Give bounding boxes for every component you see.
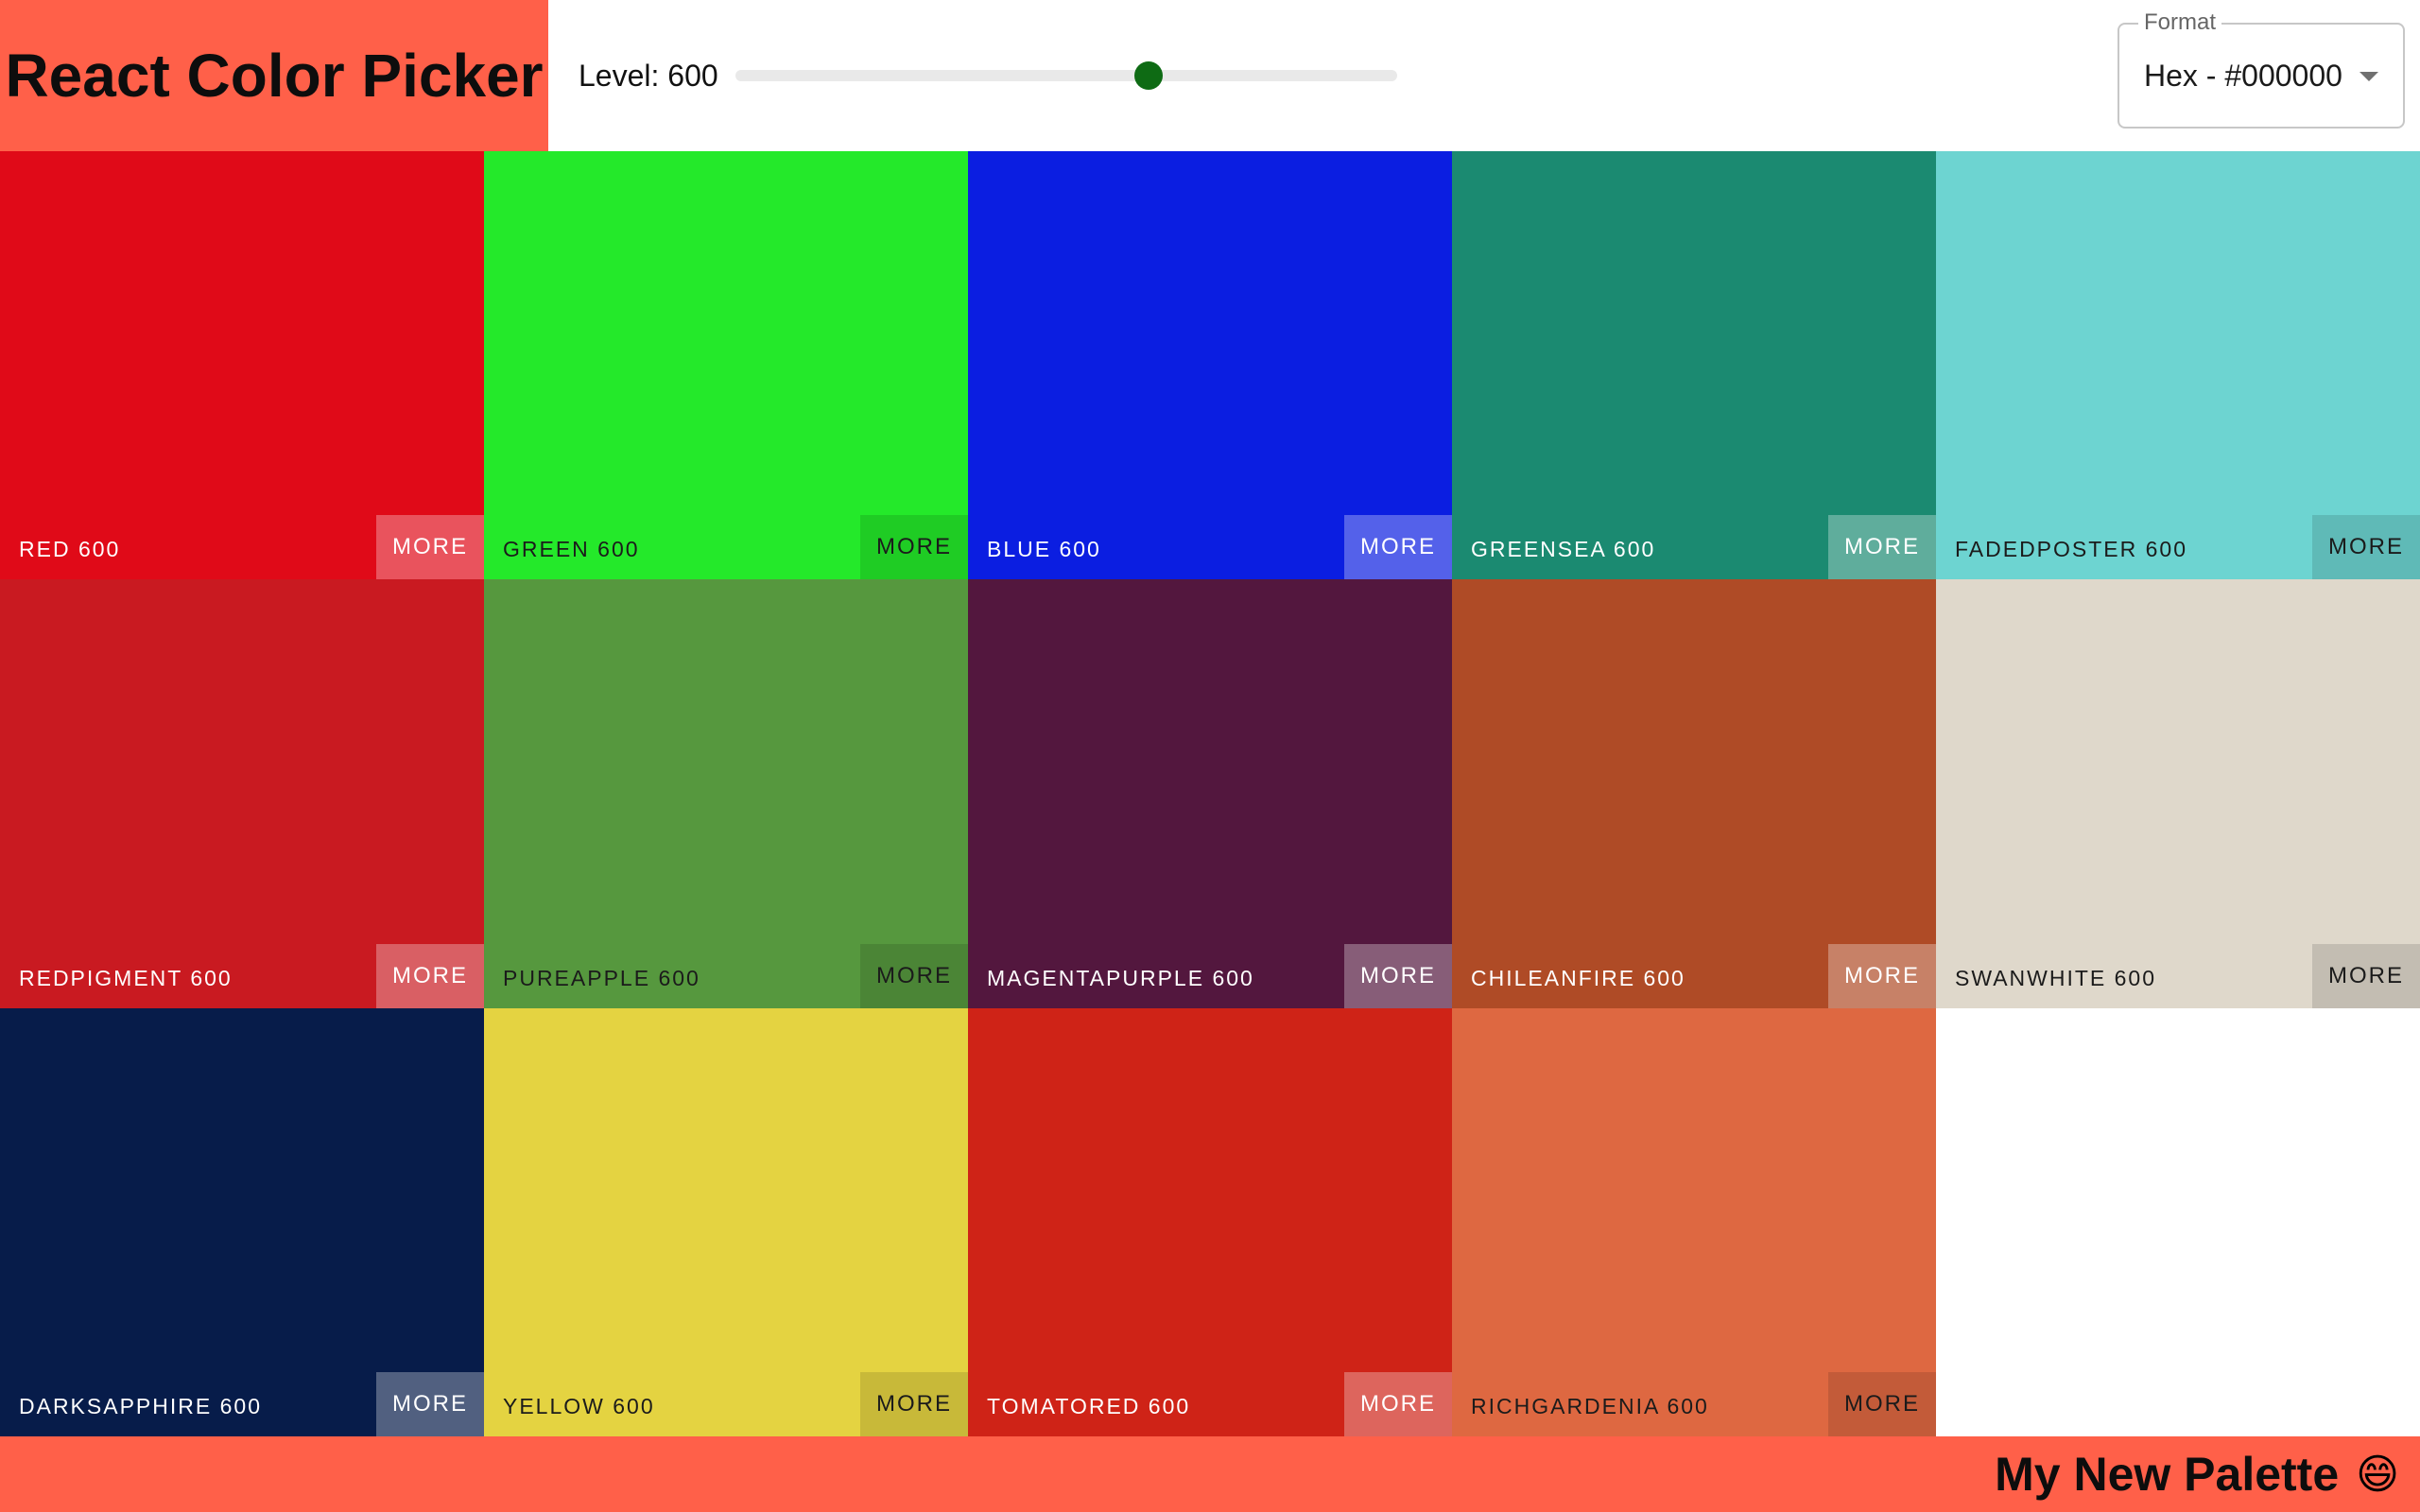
footer: My New Palette 😄 xyxy=(0,1436,2420,1512)
more-button[interactable]: MORE xyxy=(2312,515,2420,580)
color-name: MAGENTAPURPLE 600 xyxy=(987,965,1254,990)
level-slider-thumb[interactable] xyxy=(1134,61,1164,90)
color-box[interactable]: GREEN 600 MORE xyxy=(484,151,968,580)
color-box[interactable]: REDPIGMENT 600 MORE xyxy=(0,579,484,1008)
color-palette-grid: RED 600 MORE GREEN 600 MORE BLUE 600 MORE G… xyxy=(0,151,2420,1436)
more-button[interactable]: MORE xyxy=(376,1372,484,1436)
color-box[interactable]: RICHGARDENIA 600 MORE xyxy=(1452,1007,1936,1436)
color-box[interactable]: SWANWHITE 600 MORE xyxy=(1936,579,2420,1008)
color-name: PUREAPPLE 600 xyxy=(503,965,700,990)
format-label: Format xyxy=(2138,9,2222,36)
level-slider[interactable] xyxy=(735,61,1397,90)
color-name: BLUE 600 xyxy=(987,537,1101,562)
color-box[interactable]: RED 600 MORE xyxy=(0,151,484,580)
color-name: DARKSAPPHIRE 600 xyxy=(19,1394,262,1418)
color-name: CHILEANFIRE 600 xyxy=(1471,965,1685,990)
color-box[interactable]: PUREAPPLE 600 MORE xyxy=(484,579,968,1008)
color-box[interactable]: BLUE 600 MORE xyxy=(968,151,1452,580)
color-name: REDPIGMENT 600 xyxy=(19,965,233,990)
more-button[interactable]: MORE xyxy=(1828,943,1936,1008)
color-name: TOMATORED 600 xyxy=(987,1394,1191,1418)
color-name: RED 600 xyxy=(19,537,121,562)
more-button[interactable]: MORE xyxy=(1344,943,1452,1008)
palette-title: My New Palette xyxy=(1995,1448,2340,1501)
format-select[interactable]: Format Hex - #000000 xyxy=(2118,9,2405,129)
color-box[interactable]: GREENSEA 600 MORE xyxy=(1452,151,1936,580)
color-box[interactable]: TOMATORED 600 MORE xyxy=(968,1007,1452,1436)
navbar: React Color Picker Level: 600 Format Hex… xyxy=(0,0,2420,151)
more-button[interactable]: MORE xyxy=(2312,943,2420,1008)
palette-emoji: 😄 xyxy=(2356,1450,2399,1499)
more-button[interactable]: MORE xyxy=(1828,515,1936,580)
color-name: GREEN 600 xyxy=(503,537,640,562)
chevron-down-icon xyxy=(2360,72,2378,81)
more-button[interactable]: MORE xyxy=(376,943,484,1008)
color-box[interactable]: MAGENTAPURPLE 600 MORE xyxy=(968,579,1452,1008)
color-box[interactable]: CHILEANFIRE 600 MORE xyxy=(1452,579,1936,1008)
level-label: Level: 600 xyxy=(579,58,718,93)
color-name: RICHGARDENIA 600 xyxy=(1471,1394,1709,1418)
more-button[interactable]: MORE xyxy=(376,515,484,580)
color-box[interactable]: YELLOW 600 MORE xyxy=(484,1007,968,1436)
more-button[interactable]: MORE xyxy=(860,515,968,580)
color-box[interactable]: DARKSAPPHIRE 600 MORE xyxy=(0,1007,484,1436)
app-logo[interactable]: React Color Picker xyxy=(0,0,548,151)
color-name: YELLOW 600 xyxy=(503,1394,655,1418)
more-button[interactable]: MORE xyxy=(860,943,968,1008)
color-name: GREENSEA 600 xyxy=(1471,537,1656,562)
more-button[interactable]: MORE xyxy=(860,1372,968,1436)
more-button[interactable]: MORE xyxy=(1344,1372,1452,1436)
color-name: FADEDPOSTER 600 xyxy=(1955,537,2188,562)
format-selected-value: Hex - #000000 xyxy=(2144,59,2342,93)
more-button[interactable]: MORE xyxy=(1344,515,1452,580)
more-button[interactable]: MORE xyxy=(1828,1372,1936,1436)
color-box[interactable]: FADEDPOSTER 600 MORE xyxy=(1936,151,2420,580)
level-slider-container: Level: 600 xyxy=(579,0,1397,151)
color-name: SWANWHITE 600 xyxy=(1955,965,2157,990)
